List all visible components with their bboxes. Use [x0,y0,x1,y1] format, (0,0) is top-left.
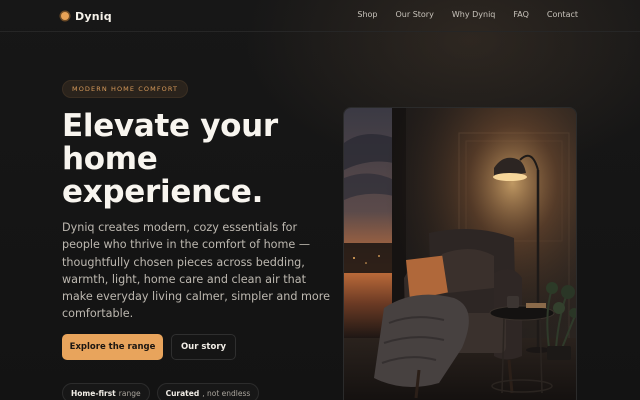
chip-home-first-rest: range [118,388,141,398]
hero-copy: MODERN HOME COMFORT Elevate your home ex… [62,76,332,323]
chip-home-first-strong: Home-first [71,388,116,398]
chip-home-first: Home-first range [62,383,150,400]
our-story-button[interactable]: Our story [171,334,236,360]
nav-link-contact[interactable]: Contact [547,10,578,19]
cta-row: Explore the range Our story [62,334,236,360]
brand-name: Dyniq [75,9,112,23]
nav-link-shop[interactable]: Shop [357,10,377,19]
nav-links: Shop Our Story Why Dyniq FAQ Contact [357,10,578,19]
chip-curated-strong: Curated [165,388,200,398]
brand-logo[interactable]: Dyniq [61,8,112,24]
nav-link-our-story[interactable]: Our Story [396,10,434,19]
feature-chips: Home-first range Curated, not endless [62,383,260,400]
armchair-lamp-photo [343,107,577,400]
hero-headline: Elevate your home experience. [62,108,278,210]
eyebrow-badge: MODERN HOME COMFORT [62,80,189,98]
nav-link-why-dyniq[interactable]: Why Dyniq [452,10,496,19]
chip-curated-rest: , not endless [202,388,251,398]
brand-dot-icon [61,12,69,20]
hero-description: Dyniq creates modern, cozy essentials fo… [62,221,330,321]
nav-link-faq[interactable]: FAQ [513,10,529,19]
chip-curated: Curated, not endless [156,383,260,400]
explore-range-button[interactable]: Explore the range [62,334,163,360]
top-navigation: Dyniq Shop Our Story Why Dyniq FAQ Conta… [0,0,640,32]
